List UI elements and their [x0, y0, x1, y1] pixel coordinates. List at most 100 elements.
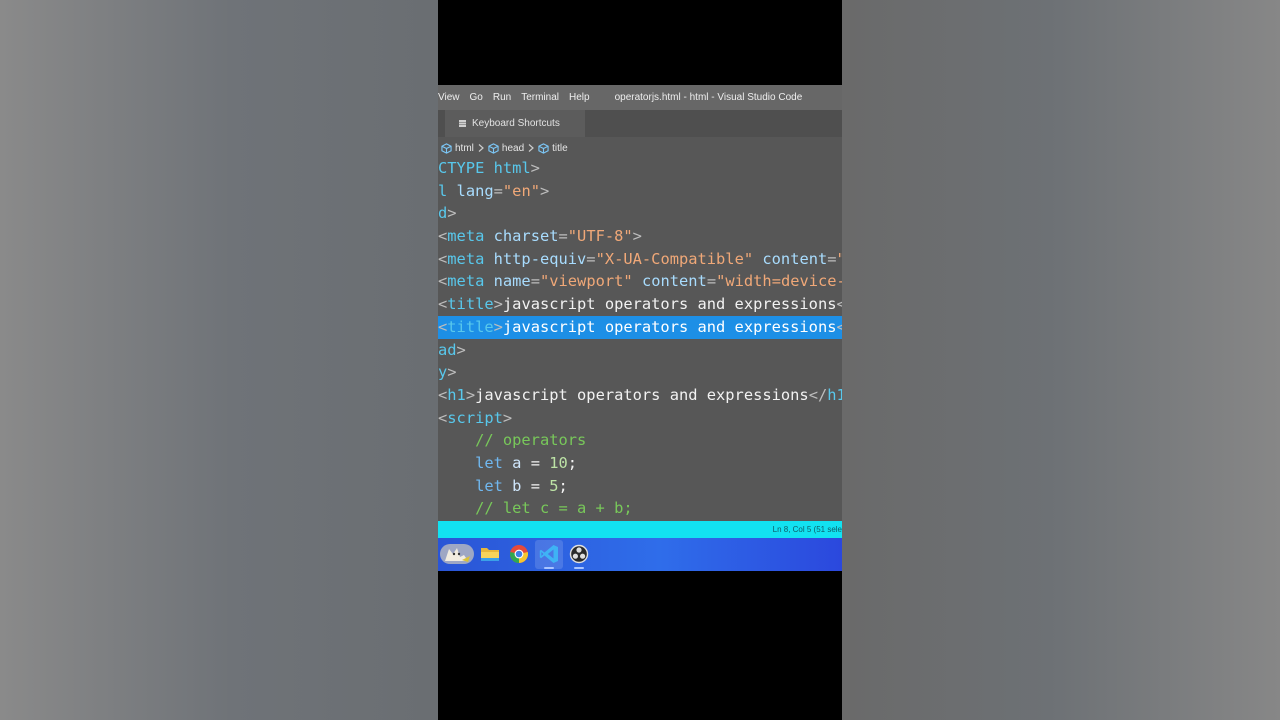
menu-help[interactable]: Help — [569, 92, 590, 103]
code-line[interactable]: CTYPE html> — [438, 157, 842, 180]
code-token: > — [539, 181, 550, 200]
symbol-cube-icon — [488, 142, 499, 154]
code-token: let — [475, 476, 513, 495]
code-token: = — [530, 272, 540, 291]
vscode-icon — [539, 545, 558, 563]
code-token: > — [530, 159, 540, 177]
code-token: > — [465, 385, 476, 404]
breadcrumb-label: head — [501, 142, 525, 154]
code-token: meta — [447, 272, 494, 291]
editor-tab-bar: Keyboard Shortcuts — [438, 110, 842, 137]
code-token: = — [706, 272, 717, 291]
code-token: "UTF-8" — [567, 227, 633, 246]
chevron-right-icon — [528, 144, 535, 152]
taskbar-item-app[interactable] — [440, 543, 474, 565]
code-token: ad — [438, 340, 457, 359]
code-token: < — [438, 295, 448, 314]
symbol-cube-icon — [538, 142, 549, 154]
code-line[interactable]: let a = 10; — [438, 452, 842, 475]
cursor-position-status[interactable]: Ln 8, Col 5 (51 sele — [773, 521, 842, 538]
code-line[interactable]: <h1>javascript operators and expressions… — [438, 384, 842, 407]
obs-studio-icon — [569, 544, 589, 564]
code-token: title — [447, 295, 494, 314]
chevron-right-icon — [478, 144, 484, 152]
code-line[interactable]: let b = 5; — [438, 475, 842, 498]
code-token: = — [558, 227, 568, 246]
code-token: name — [493, 272, 531, 291]
code-token: "en" — [502, 181, 540, 200]
breadcrumb-item-head[interactable]: head — [488, 143, 524, 154]
code-token: javascript operators and expressions — [475, 385, 809, 404]
title-bar: View Go Run Terminal Help operatorjs.htm… — [438, 85, 842, 110]
code-line[interactable]: ad> — [438, 339, 842, 362]
code-area[interactable]: CTYPE html> l lang="en"> d> <meta charset="… — [438, 157, 842, 520]
code-token: y — [438, 363, 448, 382]
code-token: meta — [447, 249, 494, 268]
running-indicator — [574, 567, 584, 569]
symbol-cube-icon — [441, 142, 452, 154]
menu-terminal[interactable]: Terminal — [521, 92, 559, 103]
code-line[interactable]: <meta name="viewport" content="width=dev… — [438, 270, 842, 293]
code-token: "X-UA-Compatible" — [595, 249, 754, 268]
code-token: title — [447, 317, 494, 336]
code-line[interactable]: // operators — [438, 429, 842, 452]
taskbar — [438, 538, 842, 571]
taskbar-item-obs[interactable] — [568, 543, 590, 569]
code-token: ; — [567, 453, 578, 472]
code-token: < — [438, 317, 448, 336]
file-explorer-icon — [481, 548, 499, 561]
code-line[interactable]: <meta charset="UTF-8"> — [438, 225, 842, 248]
code-line[interactable]: // let c = a + b; — [438, 497, 842, 520]
code-token: < — [836, 295, 842, 314]
menu-view[interactable]: View — [438, 92, 460, 103]
tab-keyboard-shortcuts[interactable]: Keyboard Shortcuts — [445, 110, 585, 137]
code-line-selected[interactable]: <title>javascript operators and expressi… — [438, 315, 842, 339]
menu-go[interactable]: Go — [470, 92, 483, 103]
keyboard-shortcuts-icon — [459, 120, 466, 127]
code-token: // let c = a + b; — [475, 499, 633, 518]
tab-label: Keyboard Shortcuts — [472, 118, 560, 129]
code-line[interactable]: d> — [438, 202, 842, 225]
taskbar-item-file-explorer[interactable] — [479, 543, 501, 565]
code-token: < — [438, 249, 448, 268]
breadcrumb: html head title — [441, 139, 568, 157]
breadcrumb-item-title[interactable]: title — [538, 143, 568, 154]
code-token: > — [493, 317, 503, 336]
code-token: // operators — [475, 431, 587, 450]
code-token: < — [438, 272, 448, 291]
breadcrumb-item-html[interactable]: html — [441, 143, 474, 154]
code-token: < — [438, 408, 448, 427]
app-avatar-icon — [440, 544, 474, 564]
code-token: l — [438, 181, 457, 200]
taskbar-item-vscode[interactable] — [538, 543, 560, 569]
code-token: > — [502, 408, 513, 427]
breadcrumb-label: title — [552, 142, 568, 154]
code-editor[interactable]: html head title CTYPE html> l lang="en">… — [438, 137, 842, 521]
code-line[interactable]: <title>javascript operators and expressi… — [438, 293, 842, 316]
menu-run[interactable]: Run — [493, 92, 511, 103]
taskbar-item-chrome[interactable] — [508, 543, 530, 565]
code-token: </ — [808, 385, 828, 404]
code-token: javascript operators and expressions — [502, 317, 837, 336]
code-token: " — [837, 250, 842, 268]
code-token: javascript operators and expressions — [502, 295, 837, 314]
code-line[interactable]: l lang="en"> — [438, 180, 842, 203]
code-token: charset — [493, 227, 559, 246]
code-token: 5 — [549, 476, 559, 495]
code-token: http-equiv — [493, 249, 587, 268]
code-token: > — [456, 340, 466, 359]
code-line[interactable]: y> — [438, 361, 842, 384]
code-token: meta — [447, 227, 494, 246]
code-token: ; — [558, 476, 568, 495]
code-line[interactable]: <meta http-equiv="X-UA-Compatible" conte… — [438, 248, 842, 271]
code-token: h1 — [827, 385, 842, 404]
code-token: lang — [456, 181, 494, 200]
code-line[interactable]: <script> — [438, 407, 842, 430]
code-token: > — [447, 204, 457, 223]
code-token: < — [836, 317, 842, 336]
